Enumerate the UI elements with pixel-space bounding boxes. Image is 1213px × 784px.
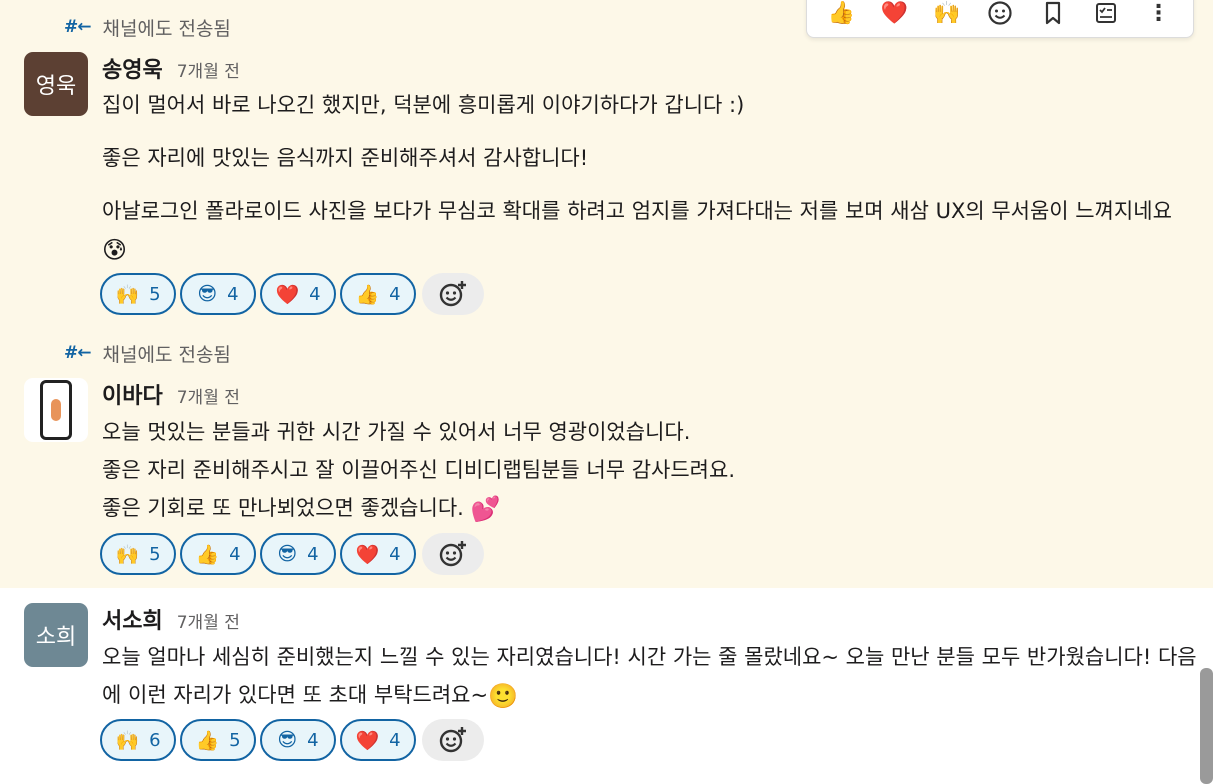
message-paragraph: 좋은 자리에 맛있는 음식까지 준비해주셔서 감사합니다! xyxy=(102,146,589,170)
quick-react-raised-hands-button[interactable]: 🙌 xyxy=(929,0,965,31)
reactions-bar: 🙌 5 👍 4 😎 4 ❤️ 4 xyxy=(100,533,484,575)
reaction-count: 4 xyxy=(307,543,319,565)
reaction-count: 4 xyxy=(309,283,321,305)
message-line: 오늘 멋있는 분들과 귀한 시간 가질 수 있어서 너무 영광이었습니다. xyxy=(102,420,691,444)
message-body: 오늘 얼마나 세심히 준비했는지 느낄 수 있는 자리였습니다! 시간 가는 줄… xyxy=(102,638,1197,715)
raised-hands-icon: 🙌 xyxy=(115,543,140,566)
reaction-raised-hands[interactable]: 🙌 6 xyxy=(100,719,176,761)
sunglasses-icon: 😎 xyxy=(277,729,298,751)
avatar[interactable] xyxy=(24,378,88,442)
add-reaction-icon xyxy=(439,541,466,567)
timestamp[interactable]: 7개월 전 xyxy=(177,383,240,408)
scrollbar-thumb[interactable] xyxy=(1200,668,1213,784)
avatar[interactable]: 소희 xyxy=(24,603,88,667)
reactions-bar: 🙌 5 😎 4 ❤️ 4 👍 4 xyxy=(100,273,484,315)
message-1: #← 채널에도 전송됨 영욱 송영욱 7개월 전 집이 멀어서 바로 나오긴 했… xyxy=(0,0,1213,330)
two-hearts-emoji: 💕 xyxy=(470,495,501,523)
timestamp[interactable]: 7개월 전 xyxy=(177,608,240,633)
heart-icon: ❤️ xyxy=(355,543,380,566)
reaction-heart[interactable]: ❤️ 4 xyxy=(260,273,336,315)
reaction-raised-hands[interactable]: 🙌 5 xyxy=(100,273,176,315)
reaction-thumbsup[interactable]: 👍 4 xyxy=(180,533,256,575)
reaction-sunglasses[interactable]: 😎 4 xyxy=(180,273,256,315)
raised-hands-icon: 🙌 xyxy=(115,729,140,752)
message-line: 좋은 자리 준비해주시고 잘 이끌어주신 디비디랩팀분들 너무 감사드려요. xyxy=(102,458,735,482)
add-reaction-icon xyxy=(439,727,466,753)
quick-react-thumbsup-button[interactable]: 👍 xyxy=(823,0,859,31)
forwarded-label: 채널에도 전송됨 xyxy=(102,17,231,40)
reaction-heart[interactable]: ❤️ 4 xyxy=(340,533,416,575)
reaction-count: 5 xyxy=(149,283,161,305)
raised-hands-icon: 🙌 xyxy=(933,0,961,26)
message-paragraph: 아날로그인 폴라로이드 사진을 보다가 무심코 확대를 하려고 엄지를 가져다대… xyxy=(102,199,1172,264)
checklist-icon xyxy=(1095,3,1116,23)
thumbsup-icon: 👍 xyxy=(195,729,220,752)
emoji-add-icon xyxy=(988,1,1012,25)
message-body: 오늘 멋있는 분들과 귀한 시간 가질 수 있어서 너무 영광이었습니다. 좋은… xyxy=(102,413,1192,528)
heart-icon: ❤️ xyxy=(355,729,380,752)
forwarded-label: 채널에도 전송됨 xyxy=(102,343,231,366)
avatar[interactable]: 영욱 xyxy=(24,52,88,116)
raised-hands-icon: 🙌 xyxy=(115,283,140,306)
heart-icon: ❤️ xyxy=(275,283,300,306)
channel-forward-icon: #← xyxy=(64,17,91,37)
add-reaction-icon xyxy=(439,281,466,307)
author-name[interactable]: 서소희 xyxy=(102,603,163,635)
message-2: #← 채널에도 전송됨 이바다 7개월 전 오늘 멋있는 분들과 귀한 시간 가… xyxy=(0,330,1213,588)
smile-emoji: 🙂 xyxy=(488,682,518,710)
checklist-button[interactable] xyxy=(1088,0,1124,31)
reaction-count: 5 xyxy=(229,729,241,751)
reaction-thumbsup[interactable]: 👍 5 xyxy=(180,719,256,761)
sunglasses-icon: 😎 xyxy=(197,283,218,305)
message-paragraph: 집이 멀어서 바로 나오긴 했지만, 덕분에 흥미롭게 이야기하다가 갑니다 :… xyxy=(102,93,745,117)
bookmark-icon xyxy=(1045,1,1060,25)
reaction-count: 4 xyxy=(389,543,401,565)
reaction-count: 4 xyxy=(227,283,239,305)
author-name[interactable]: 이바다 xyxy=(102,378,163,410)
phone-illustration xyxy=(40,380,72,440)
avatar-initials: 영욱 xyxy=(35,74,77,99)
quick-react-heart-button[interactable]: ❤️ xyxy=(876,0,912,31)
reaction-sunglasses[interactable]: 😎 4 xyxy=(260,719,336,761)
message-actions-toolbar: 👍 ❤️ 🙌 ⋮ xyxy=(806,0,1194,38)
message-line: 좋은 기회로 또 만나뵈었으면 좋겠습니다. 💕 xyxy=(102,495,501,523)
reaction-count: 5 xyxy=(149,543,161,565)
add-reaction-button[interactable] xyxy=(422,533,484,575)
message-body: 집이 멀어서 바로 나오긴 했지만, 덕분에 흥미롭게 이야기하다가 갑니다 :… xyxy=(102,86,1192,269)
add-reaction-button[interactable] xyxy=(422,719,484,761)
reaction-count: 4 xyxy=(389,283,401,305)
timestamp[interactable]: 7개월 전 xyxy=(177,57,240,82)
reaction-count: 4 xyxy=(389,729,401,751)
channel-forward-icon: #← xyxy=(64,343,91,363)
message-text: 오늘 얼마나 세심히 준비했는지 느낄 수 있는 자리였습니다! 시간 가는 줄… xyxy=(102,645,1197,710)
more-vertical-icon: ⋮ xyxy=(1147,0,1170,26)
reaction-count: 4 xyxy=(229,543,241,565)
sunglasses-icon: 😎 xyxy=(277,543,298,565)
forwarded-indicator: #← 채널에도 전송됨 xyxy=(64,341,231,366)
avatar-initials: 소희 xyxy=(35,625,77,650)
bookmark-button[interactable] xyxy=(1035,0,1071,31)
anxious-emoji: 😰 xyxy=(102,236,128,264)
reaction-count: 6 xyxy=(149,729,161,751)
thumbsup-icon: 👍 xyxy=(355,283,380,306)
add-reaction-button[interactable] xyxy=(422,273,484,315)
reactions-bar: 🙌 6 👍 5 😎 4 ❤️ 4 xyxy=(100,719,484,761)
reaction-heart[interactable]: ❤️ 4 xyxy=(340,719,416,761)
reaction-sunglasses[interactable]: 😎 4 xyxy=(260,533,336,575)
reaction-thumbsup[interactable]: 👍 4 xyxy=(340,273,416,315)
more-actions-button[interactable]: ⋮ xyxy=(1140,0,1176,31)
reaction-raised-hands[interactable]: 🙌 5 xyxy=(100,533,176,575)
message-3: 소희 서소희 7개월 전 오늘 얼마나 세심히 준비했는지 느낄 수 있는 자리… xyxy=(0,588,1213,784)
author-name[interactable]: 송영욱 xyxy=(102,52,163,84)
add-reaction-toolbar-button[interactable] xyxy=(982,0,1018,31)
thumbsup-icon: 👍 xyxy=(195,543,220,566)
reaction-count: 4 xyxy=(307,729,319,751)
forwarded-indicator: #← 채널에도 전송됨 xyxy=(64,15,231,40)
heart-icon: ❤️ xyxy=(880,0,908,26)
thumbsup-icon: 👍 xyxy=(827,0,856,26)
